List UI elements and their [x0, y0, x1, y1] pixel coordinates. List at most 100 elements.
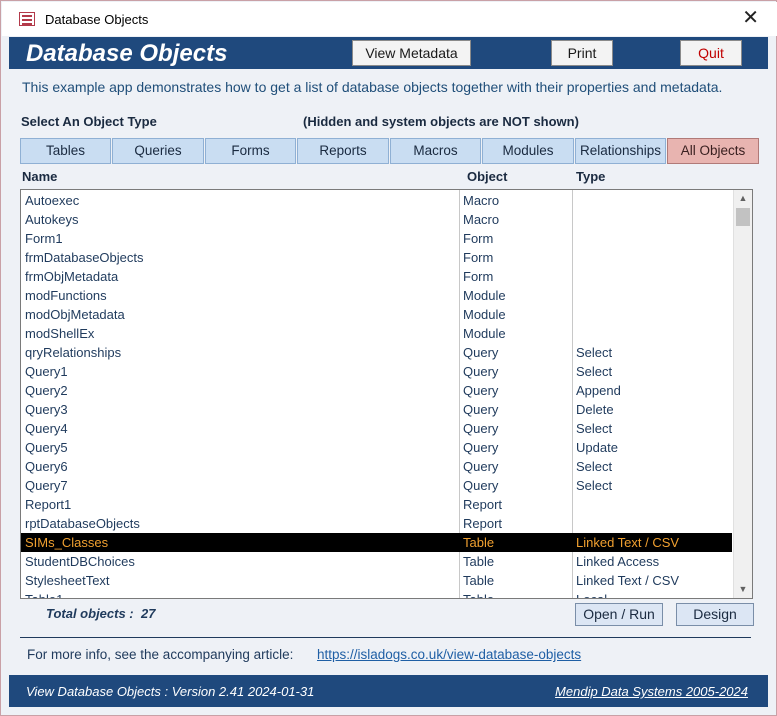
list-item[interactable]: Query1 Query Select — [21, 362, 732, 381]
app-window: Database Objects ✕ Database Objects View… — [0, 0, 777, 716]
list-item-name: Query2 — [25, 383, 68, 398]
list-item[interactable]: modFunctions Module — [21, 286, 732, 305]
list-item[interactable]: Form1 Form — [21, 229, 732, 248]
view-metadata-button[interactable]: View Metadata — [352, 40, 471, 66]
list-item-name: Form1 — [25, 231, 63, 246]
list-item-name: Query7 — [25, 478, 68, 493]
list-item-type: Append — [576, 383, 621, 398]
close-icon[interactable]: ✕ — [742, 7, 759, 29]
list-item[interactable]: StudentDBChoices Table Linked Access — [21, 552, 732, 571]
list-item-name: Query3 — [25, 402, 68, 417]
tab-reports[interactable]: Reports — [297, 138, 389, 164]
description-text: This example app demonstrates how to get… — [22, 79, 723, 95]
list-item-name: StudentDBChoices — [25, 554, 135, 569]
quit-button[interactable]: Quit — [680, 40, 742, 66]
list-item-type: Delete — [576, 402, 614, 417]
list-item[interactable]: frmDatabaseObjects Form — [21, 248, 732, 267]
list-item-object: Macro — [463, 193, 500, 208]
list-item-name: Report1 — [25, 497, 72, 512]
tab-all-objects[interactable]: All Objects — [667, 138, 759, 164]
scroll-down-icon[interactable]: ▼ — [734, 581, 752, 598]
tab-macros[interactable]: Macros — [390, 138, 481, 164]
list-item-object: Report — [463, 497, 503, 512]
select-object-type-label: Select An Object Type — [21, 114, 157, 129]
list-item-name: frmObjMetadata — [25, 269, 119, 284]
list-item[interactable]: modShellEx Module — [21, 324, 732, 343]
list-item-object: Table — [463, 554, 495, 569]
list-item[interactable]: qryRelationships Query Select — [21, 343, 732, 362]
open-run-button[interactable]: Open / Run — [575, 603, 663, 626]
list-item[interactable]: Report1 Report — [21, 495, 732, 514]
total-objects-label: Total objects : — [46, 606, 134, 621]
list-item-name: modFunctions — [25, 288, 107, 303]
list-item-object: Module — [463, 307, 506, 322]
print-button[interactable]: Print — [551, 40, 613, 66]
list-item-object: Form — [463, 231, 494, 246]
list-item-name: modShellEx — [25, 326, 95, 341]
list-item[interactable]: Autokeys Macro — [21, 210, 732, 229]
window-title: Database Objects — [45, 12, 149, 27]
list-item-object: Table — [463, 573, 495, 588]
list-item[interactable]: Query3 Query Delete — [21, 400, 732, 419]
list-item[interactable]: frmObjMetadata Form — [21, 267, 732, 286]
list-item[interactable]: Query6 Query Select — [21, 457, 732, 476]
tab-relationships[interactable]: Relationships — [575, 138, 666, 164]
copyright-link[interactable]: Mendip Data Systems 2005-2024 — [555, 684, 748, 699]
title-bar: Database Objects ✕ — [2, 2, 777, 36]
hidden-objects-note: (Hidden and system objects are NOT shown… — [303, 114, 579, 129]
list-item-name: frmDatabaseObjects — [25, 250, 144, 265]
list-item-object: Query — [463, 345, 499, 360]
list-item-type: Linked Text / CSV — [576, 535, 680, 550]
article-link[interactable]: https://isladogs.co.uk/view-database-obj… — [317, 647, 581, 662]
footer-band: View Database Objects : Version 2.41 202… — [9, 675, 768, 707]
scroll-thumb[interactable] — [736, 208, 750, 226]
design-button[interactable]: Design — [676, 603, 754, 626]
list-item-name: Autoexec — [25, 193, 80, 208]
list-item-name: qryRelationships — [25, 345, 122, 360]
list-item[interactable]: StylesheetText Table Linked Text / CSV — [21, 571, 732, 590]
list-item-type: Select — [576, 421, 613, 436]
version-text: View Database Objects : Version 2.41 202… — [26, 684, 315, 699]
more-info-text: For more info, see the accompanying arti… — [27, 647, 294, 662]
list-item-object: Query — [463, 383, 499, 398]
tab-forms[interactable]: Forms — [205, 138, 296, 164]
list-item[interactable]: Query4 Query Select — [21, 419, 732, 438]
list-item-object: Table — [463, 592, 494, 598]
list-item-object: Form — [463, 269, 494, 284]
list-item[interactable]: modObjMetadata Module — [21, 305, 732, 324]
list-item[interactable]: Autoexec Macro — [21, 191, 732, 210]
tab-queries[interactable]: Queries — [112, 138, 204, 164]
scroll-up-icon[interactable]: ▲ — [734, 190, 752, 207]
list-item-type: Linked Text / CSV — [576, 573, 680, 588]
list-item-name: Autokeys — [25, 212, 79, 227]
list-item-object: Query — [463, 478, 499, 493]
header-band: Database Objects View Metadata Print Qui… — [9, 37, 768, 69]
list-item-type: Select — [576, 478, 613, 493]
list-item-type: Update — [576, 440, 618, 455]
access-form-icon — [19, 12, 35, 26]
list-item[interactable]: Query5 Query Update — [21, 438, 732, 457]
list-item-object: Query — [463, 364, 499, 379]
list-item[interactable]: Table1 Table Local — [21, 590, 732, 598]
list-item-type: Select — [576, 364, 613, 379]
vertical-scrollbar[interactable]: ▲ ▼ — [733, 190, 752, 598]
list-item-name: modObjMetadata — [25, 307, 125, 322]
list-item-name: SIMs_Classes — [25, 535, 109, 550]
column-header-name: Name — [22, 169, 58, 184]
list-item-name: StylesheetText — [25, 573, 110, 588]
objects-listbox[interactable]: Autoexec Macro Autokeys Macro Form1 Form frmDa… — [20, 189, 753, 599]
divider — [20, 637, 751, 638]
tab-tables[interactable]: Tables — [20, 138, 111, 164]
list-item-object: Report — [463, 516, 503, 531]
list-item[interactable]: rptDatabaseObjects Report — [21, 514, 732, 533]
tab-modules[interactable]: Modules — [482, 138, 574, 164]
list-item[interactable]: Query7 Query Select — [21, 476, 732, 495]
column-header-type: Type — [576, 169, 606, 184]
list-item-name: Query4 — [25, 421, 68, 436]
list-item[interactable]: Query2 Query Append — [21, 381, 732, 400]
list-item[interactable]: SIMs_Classes Table Linked Text / CSV — [21, 533, 732, 552]
list-item-object: Query — [463, 459, 499, 474]
list-item-name: rptDatabaseObjects — [25, 516, 140, 531]
list-item-name: Query6 — [25, 459, 68, 474]
list-item-type: Local — [576, 592, 607, 598]
